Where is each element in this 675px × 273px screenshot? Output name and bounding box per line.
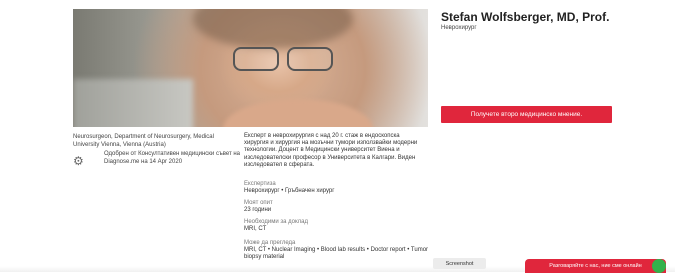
verified-badge: ⚙ Одобрен от Консултативен медицински съ… xyxy=(73,150,243,170)
doctor-affiliation: Neurosurgeon, Department of Neurosurgery… xyxy=(73,134,214,148)
second-opinion-button[interactable]: Получете второ медицинско мнение. xyxy=(441,106,612,123)
doctor-specialty: Неврохирург xyxy=(441,25,477,31)
expertise-section: Експертиза Неврохирург • Гръбначен хирур… xyxy=(244,181,334,195)
report-needed-section: Необходими за доклад MRI, CT xyxy=(244,219,308,233)
screenshot-tooltip: Screenshot xyxy=(433,258,486,269)
live-chat-button[interactable]: Разговаряйте с нас, ние сме онлайн xyxy=(525,259,666,273)
can-review-value: MRI, CT • Nuclear Imaging • Blood lab re… xyxy=(244,247,429,260)
verified-text: Одобрен от Консултативен медицински съве… xyxy=(104,151,241,165)
can-review-label: Може да прегледа xyxy=(244,240,296,246)
online-status-indicator xyxy=(652,259,666,273)
gear-icon: ⚙ xyxy=(73,154,84,168)
experience-label: Моят опит xyxy=(244,200,273,206)
expertise-label: Експертиза xyxy=(244,181,276,187)
doctor-bio: Експерт в неврохирургия с над 20 г. стаж… xyxy=(244,133,418,168)
experience-section: Моят опит 23 години xyxy=(244,200,273,214)
can-review-section: Може да прегледа MRI, CT • Nuclear Imagi… xyxy=(244,240,434,261)
report-needed-value: MRI, CT xyxy=(244,226,267,232)
experience-value: 23 години xyxy=(244,207,272,213)
doctor-photo xyxy=(73,9,428,127)
doctor-name: Stefan Wolfsberger, MD, Prof. xyxy=(441,10,610,24)
report-needed-label: Необходими за доклад xyxy=(244,219,309,225)
expertise-value: Неврохирург • Гръбначен хирург xyxy=(244,188,335,194)
